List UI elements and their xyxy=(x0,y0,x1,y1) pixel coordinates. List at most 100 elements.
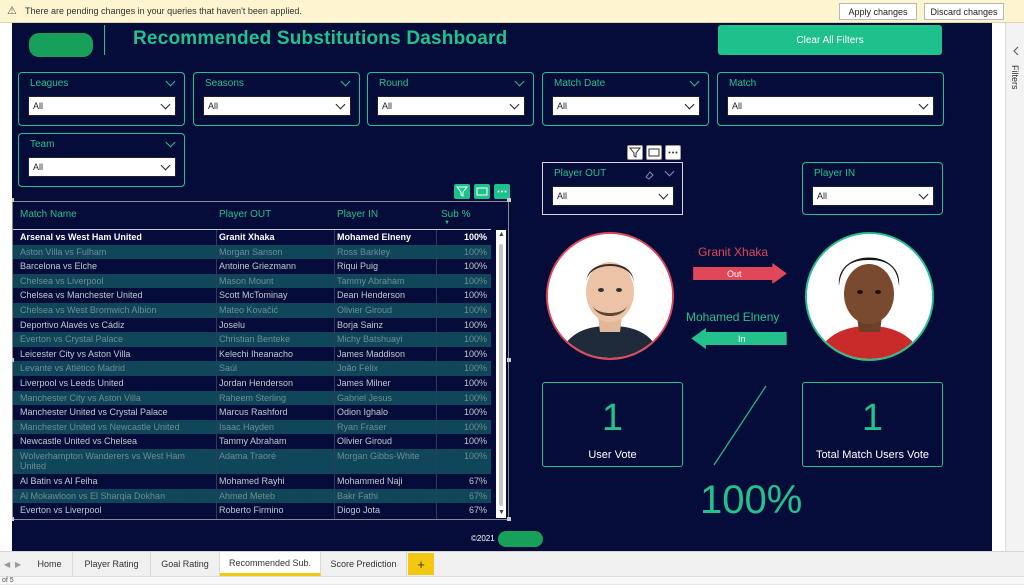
cell-match-name: Manchester City vs Aston Villa xyxy=(20,392,141,403)
clear-all-filters-button[interactable]: Clear All Filters xyxy=(718,25,942,55)
cell-match-name: Barcelona vs Elche xyxy=(20,261,98,272)
chevron-down-icon[interactable] xyxy=(340,76,351,87)
match-dropdown[interactable]: All xyxy=(727,96,934,116)
table-row[interactable]: Chelsea vs Manchester United Scott McTomi… xyxy=(13,288,491,303)
team-dropdown[interactable]: All xyxy=(28,157,176,177)
cell-player-in: Olivier Giroud xyxy=(337,305,393,315)
dropdown-value: All xyxy=(382,101,393,111)
cell-match-name: Liverpool vs Leeds United xyxy=(20,378,124,388)
cell-player-in: Ryan Fraser xyxy=(337,421,387,432)
warning-icon: ⚠ xyxy=(7,5,17,17)
player-out-photo xyxy=(546,232,674,360)
cell-player-out: Scott McTominay xyxy=(219,290,288,301)
table-row[interactable]: Manchester United vs Newcastle United Isa… xyxy=(13,419,491,435)
table-row[interactable]: Aston Villa vs Fulham Morgan Sanson Ross B… xyxy=(13,244,491,260)
cell-player-in: Mohammed Naji xyxy=(337,476,403,486)
table-row[interactable]: Manchester City vs Aston Villa Raheem Ste… xyxy=(13,390,491,406)
table-row[interactable]: Newcastle United vs Chelsea Tammy Abraham… xyxy=(13,434,491,449)
slicer-match[interactable]: Match All xyxy=(717,72,944,126)
table-row[interactable]: Leicester City vs Aston Villa Kelechi Ihe… xyxy=(13,346,491,362)
tab-recommended-sub[interactable]: Recommended Sub. xyxy=(220,552,321,576)
chevron-down-icon[interactable] xyxy=(689,76,700,87)
collapse-arrow-icon[interactable] xyxy=(1012,43,1020,56)
slicer-match-date[interactable]: Match Date All xyxy=(542,72,709,126)
column-header-match-name[interactable]: Match Name xyxy=(20,209,77,220)
footer-logo-redacted xyxy=(498,531,543,547)
cell-player-out: Marcus Rashford xyxy=(219,407,288,418)
table-row[interactable]: Chelsea vs Liverpool Mason Mount Tammy Abr… xyxy=(13,273,491,289)
cell-player-in: Tammy Abraham xyxy=(337,275,405,286)
slicer-seasons[interactable]: Seasons All xyxy=(193,72,360,126)
table-row[interactable]: Al Batin vs Al Feiha Mohamed Rayhi Mohamme… xyxy=(13,474,491,489)
chevron-down-icon[interactable] xyxy=(165,76,176,87)
table-row[interactable]: Wolverhampton Wanderers vs West Ham Unit… xyxy=(13,449,491,474)
tab-player-rating[interactable]: Player Rating xyxy=(73,552,151,576)
eraser-icon[interactable] xyxy=(644,167,654,180)
filter-icon[interactable] xyxy=(454,184,470,199)
more-options-icon[interactable] xyxy=(494,184,510,199)
chevron-down-icon[interactable] xyxy=(514,76,525,87)
tab-score-prediction[interactable]: Score Prediction xyxy=(321,552,407,576)
resize-handle[interactable] xyxy=(507,358,511,362)
column-header-player-in[interactable]: Player IN xyxy=(337,209,378,220)
user-vote-card: 1 User Vote xyxy=(542,382,683,467)
table-row[interactable]: Manchester United vs Crystal Palace Marcu… xyxy=(13,405,491,420)
substitutions-table[interactable]: Match Name Player OUT Player IN Sub % ▼ … xyxy=(12,201,509,520)
table-row[interactable]: Deportivo Alavés vs Cádiz Joselu Borja Sai… xyxy=(13,317,491,333)
column-header-player-out[interactable]: Player OUT xyxy=(219,209,271,220)
cell-match-name: Aston Villa vs Fulham xyxy=(20,246,107,257)
more-options-icon[interactable] xyxy=(665,145,681,160)
round-dropdown[interactable]: All xyxy=(377,96,525,116)
seasons-dropdown[interactable]: All xyxy=(203,96,351,116)
focus-mode-icon[interactable] xyxy=(474,184,490,199)
scroll-up-icon[interactable]: ▲ xyxy=(498,231,505,238)
player-in-dropdown[interactable]: All xyxy=(812,186,934,206)
sort-descending-icon[interactable]: ▼ xyxy=(444,220,450,226)
focus-mode-icon[interactable] xyxy=(646,145,662,160)
slicer-team[interactable]: Team All xyxy=(18,133,185,187)
resize-handle[interactable] xyxy=(12,517,14,521)
scrollbar-thumb[interactable] xyxy=(499,244,503,506)
dropdown-value: All xyxy=(208,101,219,111)
chevron-down-icon[interactable] xyxy=(165,137,176,148)
slicer-leagues[interactable]: Leagues All xyxy=(18,72,185,126)
cell-match-name: Newcastle United vs Chelsea xyxy=(20,436,138,447)
tab-goal-rating[interactable]: Goal Rating xyxy=(151,552,220,576)
table-row[interactable]: Arsenal vs West Ham United Granit Xhaka Mo… xyxy=(13,230,491,245)
next-page-icon[interactable]: ▶ xyxy=(15,560,21,569)
filters-pane-label[interactable]: Filters xyxy=(1010,65,1020,90)
resize-handle[interactable] xyxy=(12,358,14,362)
resize-handle[interactable] xyxy=(507,517,511,521)
table-row[interactable]: Everton vs Liverpool Roberto Firmino Diogo… xyxy=(13,503,491,518)
player-out-dropdown[interactable]: All xyxy=(552,186,674,206)
discard-changes-button[interactable]: Discard changes xyxy=(924,3,1004,20)
chevron-down-icon[interactable] xyxy=(664,166,675,177)
player-in-name: Mohamed Elneny xyxy=(686,310,780,324)
table-row[interactable]: Chelsea vs West Bromwich Albion Mateo Kov… xyxy=(13,303,491,318)
scroll-down-icon[interactable]: ▼ xyxy=(498,509,505,516)
cell-player-out: Mateo Kovačić xyxy=(219,305,279,315)
add-page-button[interactable]: + xyxy=(408,553,434,575)
table-row[interactable]: Levante vs Atlético Madrid Saúl João Félix… xyxy=(13,361,491,376)
left-gutter xyxy=(0,23,12,551)
filters-pane-collapsed[interactable]: Filters xyxy=(1005,23,1024,551)
filter-icon[interactable] xyxy=(627,145,643,160)
table-row[interactable]: Liverpool vs Leeds United Jordan Henderso… xyxy=(13,376,491,391)
apply-changes-button[interactable]: Apply changes xyxy=(839,3,917,20)
dropdown-value: All xyxy=(557,101,568,111)
match-date-dropdown[interactable]: All xyxy=(552,96,700,116)
resize-handle[interactable] xyxy=(12,198,14,202)
tab-home[interactable]: Home xyxy=(27,552,73,576)
chevron-down-icon xyxy=(160,99,171,110)
cell-sub-percent: 100% xyxy=(463,451,487,461)
slicer-player-in[interactable]: Player IN All xyxy=(802,162,943,215)
table-row[interactable]: Barcelona vs Elche Antoine Griezmann Riqui… xyxy=(13,259,491,274)
column-header-sub-percent[interactable]: Sub % xyxy=(441,209,470,220)
table-row[interactable]: Everton vs Crystal Palace Christian Bente… xyxy=(13,332,491,347)
slicer-player-out[interactable]: Player OUT All xyxy=(542,162,683,215)
table-row[interactable]: Al Mokawloon vs El Sharqia Dokhan Ahmed M… xyxy=(13,488,491,504)
slicer-round[interactable]: Round All xyxy=(367,72,534,126)
leagues-dropdown[interactable]: All xyxy=(28,96,176,116)
previous-page-icon[interactable]: ◀ xyxy=(4,560,10,569)
resize-handle[interactable] xyxy=(507,198,511,202)
